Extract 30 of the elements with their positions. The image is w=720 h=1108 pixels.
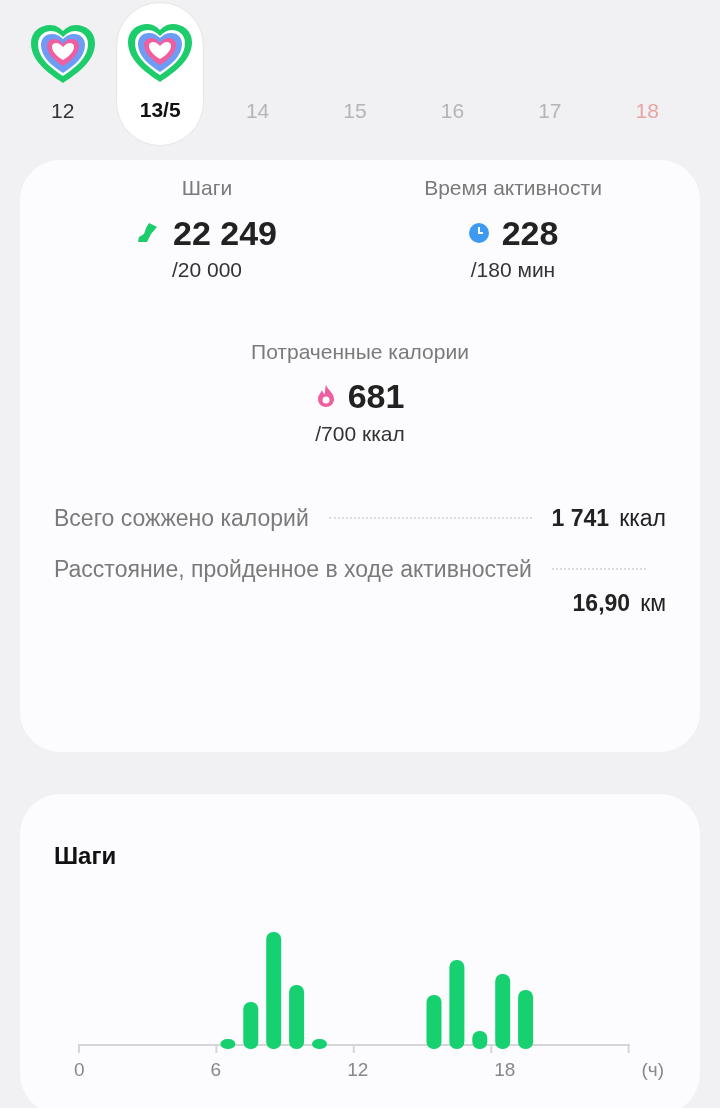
goal-title: Шаги xyxy=(181,175,233,201)
detail-unit: ккал xyxy=(619,504,666,533)
goal-title: Потраченные калории xyxy=(251,338,469,365)
goal-target: /20 000 xyxy=(171,257,243,283)
goal-value: 681 xyxy=(347,376,405,417)
detail-value: 1 741 xyxy=(551,504,610,533)
goal-value: 228 xyxy=(501,212,559,254)
chart-title: Шаги xyxy=(54,842,117,869)
detail-label: Расстояние, пройденное в ходе активностей xyxy=(54,554,532,584)
clock-icon xyxy=(467,221,490,244)
axis-label: 6 xyxy=(210,1058,222,1082)
detail-label: Всего сожжено калорий xyxy=(54,504,309,533)
axis-label: 18 xyxy=(494,1058,516,1082)
day-tab[interactable]: 16 xyxy=(408,2,497,146)
day-tab[interactable]: 14 xyxy=(213,2,302,146)
day-tab[interactable]: 12 xyxy=(19,2,107,146)
day-tab[interactable]: 18 xyxy=(603,2,691,146)
flame-icon xyxy=(315,384,336,409)
goal-value: 22 249 xyxy=(173,212,277,254)
axis-label: (ч) xyxy=(641,1058,664,1082)
day-tab[interactable]: 17 xyxy=(506,2,594,146)
detail-value: 16,90 xyxy=(572,589,631,618)
goal-target: /700 ккал xyxy=(315,420,405,447)
detail-unit: км xyxy=(640,589,666,618)
axis-label: 12 xyxy=(347,1058,369,1082)
axis-label: 0 xyxy=(74,1058,85,1082)
goal-target: /180 мин xyxy=(470,257,556,283)
day-tab[interactable]: 15 xyxy=(311,2,399,146)
goal-title: Время активности xyxy=(424,175,602,201)
day-tab[interactable]: 13/5 xyxy=(116,2,204,146)
